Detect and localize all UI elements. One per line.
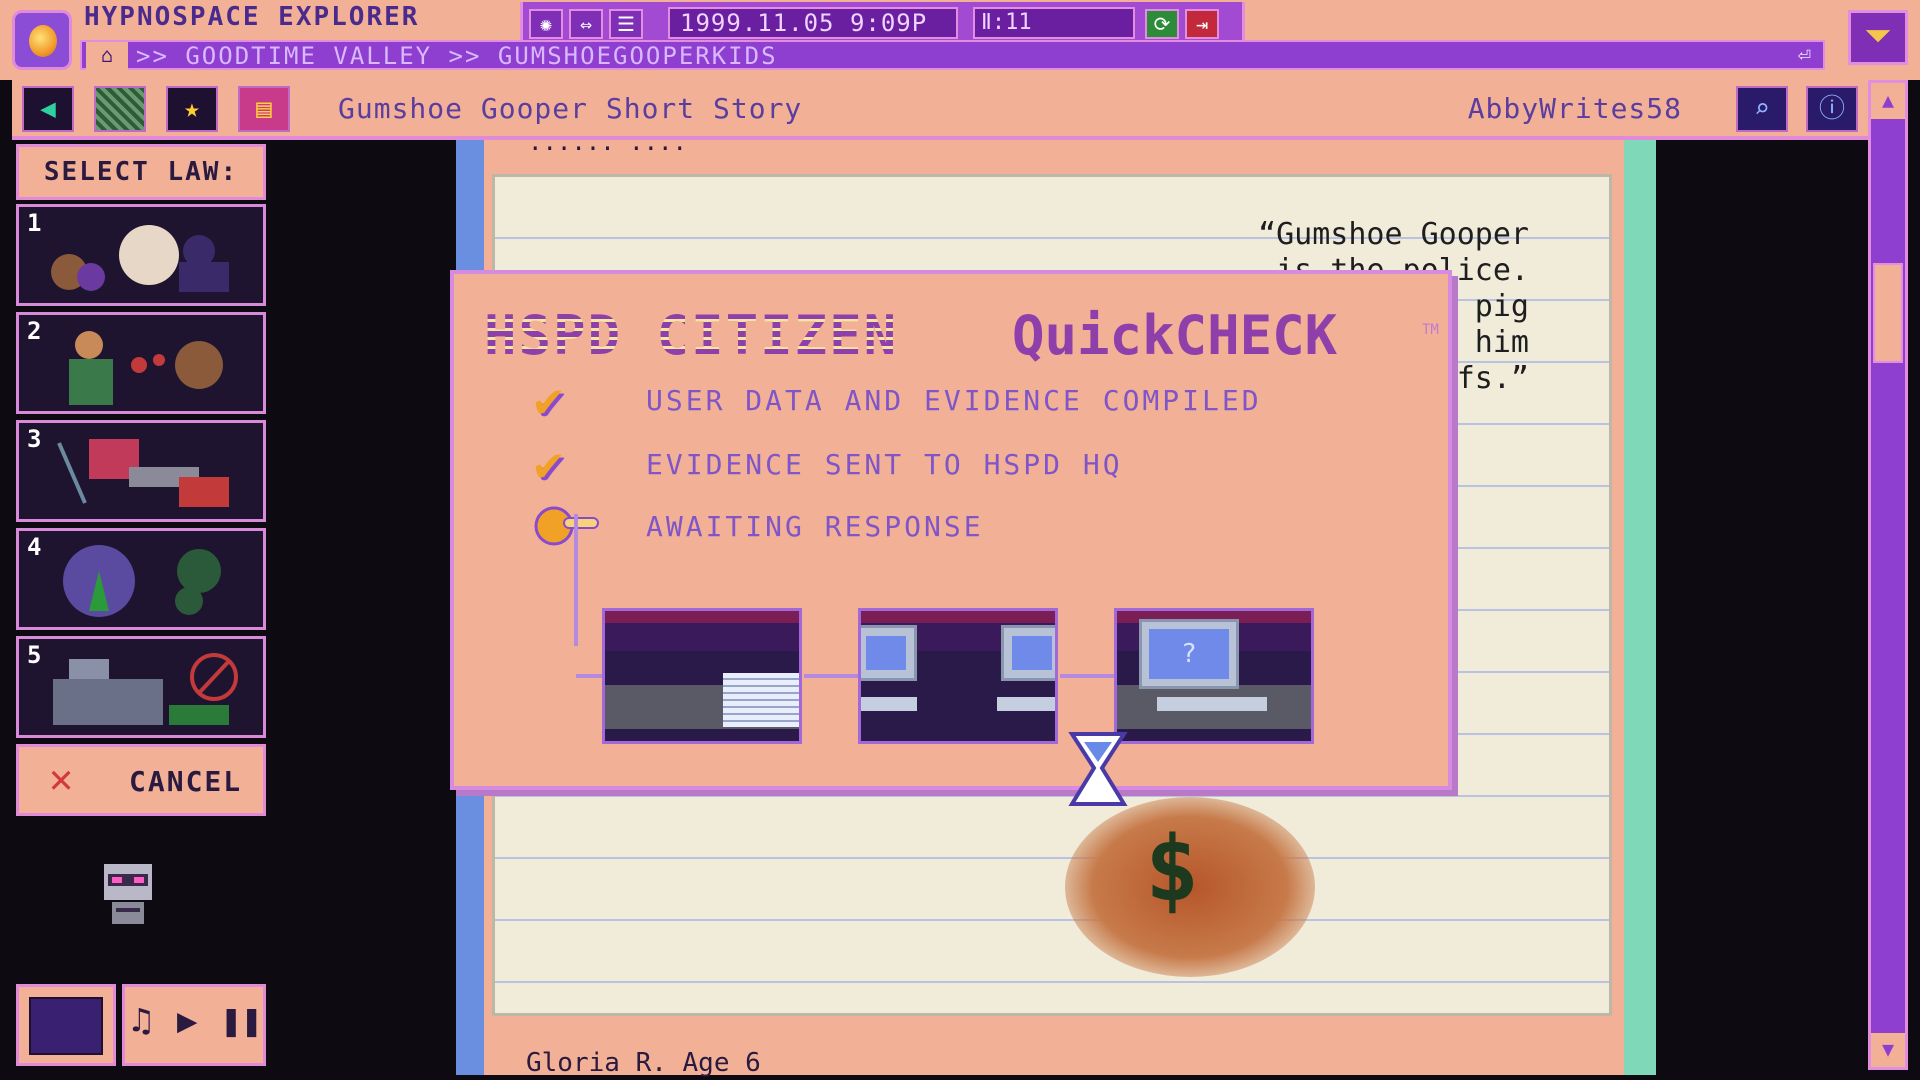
cancel-button[interactable]: ✕ CANCEL [16, 744, 266, 816]
counter-display: Ⅱ:11 [973, 7, 1135, 39]
page-author[interactable]: AbbyWrites58 [1468, 92, 1682, 125]
scrollbar[interactable]: ▲ ▼ [1868, 80, 1908, 1070]
page-border-right [1624, 140, 1656, 1075]
connector-line [1060, 674, 1118, 678]
page-title: Gumshoe Gooper Short Story [338, 92, 803, 125]
computer-icon [1001, 625, 1055, 681]
paper-stack-icon [723, 673, 799, 727]
law-4-art-icon [63, 545, 221, 617]
clock-display: 1999.11.05 9:09P [668, 7, 958, 39]
refresh-icon[interactable]: ⟳ [1145, 9, 1179, 39]
dialog-title-hspd: HSPD CITIZEN [484, 304, 899, 367]
pause-icon[interactable]: ❚❚ [221, 1001, 262, 1041]
play-icon[interactable]: ▶ [177, 1001, 197, 1041]
law-5-art-icon [53, 653, 238, 725]
title-bar: HYPNOSPACE EXPLORER ✺ ⇔ ☰ 1999.11.05 9:0… [0, 0, 1920, 80]
page-tool-icon[interactable]: ▤ [238, 86, 290, 132]
computer-icon [861, 625, 917, 681]
author-caption: Gloria R. Age 6 [526, 1048, 761, 1078]
quote-line: “Gumshoe Gooper [1258, 217, 1529, 252]
address-text: >> GOODTIME VALLEY >> GUMSHOEGOOPERKIDS [136, 42, 778, 70]
quickcheck-dialog: HSPD CITIZEN QuickCHECK TM ✔ USER DATA A… [450, 270, 1452, 790]
awaiting-frame: ? [1114, 608, 1314, 744]
search-icon[interactable]: ⌕ [1736, 86, 1788, 132]
evidence-stack-frame [602, 608, 802, 744]
law-option-5[interactable]: 5 [16, 636, 266, 738]
step-label: EVIDENCE SENT TO HSPD HQ [646, 448, 1123, 481]
scroll-down-icon[interactable]: ▼ [1871, 1033, 1905, 1067]
star-icon[interactable]: ★ [166, 86, 218, 132]
law-option-4[interactable]: 4 [16, 528, 266, 630]
law-2-art-icon [69, 331, 223, 405]
media-controls: ♫ ▶ ❚❚ [122, 984, 266, 1066]
law-number: 3 [27, 425, 42, 453]
step-label: USER DATA AND EVIDENCE COMPILED [646, 384, 1262, 417]
select-law-heading: SELECT LAW: [16, 144, 266, 200]
app-logo-icon [12, 10, 72, 70]
media-stop-button[interactable] [16, 984, 116, 1066]
law-panel: SELECT LAW: 1 2 3 4 5 ✕ CANCEL ♫ ▶ ❚❚ [12, 140, 270, 1070]
scroll-thumb[interactable] [1873, 263, 1903, 363]
law-option-1[interactable]: 1 [16, 204, 266, 306]
top-snippet-text: ...... .... [528, 128, 687, 156]
law-number: 5 [27, 641, 42, 669]
step-awaiting: AWAITING RESPONSE [534, 500, 1414, 552]
close-icon: ✕ [49, 756, 74, 802]
hourglass-cursor-icon [1068, 732, 1128, 806]
back-arrow-icon[interactable]: ◀ [22, 86, 74, 132]
trademark-mark: TM [1422, 322, 1439, 338]
pointing-hand-icon [534, 506, 599, 546]
dollar-sign-drawing: $ [1145, 817, 1200, 922]
return-icon[interactable]: ⏎ [1798, 42, 1811, 70]
connector-line [804, 674, 862, 678]
robot-helper-icon[interactable] [98, 858, 158, 928]
toolbar: ◀ ★ ▤ Gumshoe Gooper Short Story AbbyWri… [12, 80, 1868, 140]
law-number: 1 [27, 209, 42, 237]
menu-icon[interactable]: ☰ [609, 9, 643, 39]
keyboard [861, 697, 917, 711]
checkmark-icon: ✔ [534, 372, 563, 428]
law-3-art-icon [57, 439, 229, 507]
minimize-icon[interactable]: ⏷ [1848, 10, 1908, 65]
dialog-title-quickcheck: QuickCHECK [1012, 304, 1338, 367]
pattern-icon[interactable] [94, 86, 146, 132]
dialog-title: HSPD CITIZEN QuickCHECK TM [476, 302, 1439, 367]
cancel-label: CANCEL [129, 765, 243, 798]
law-number: 2 [27, 317, 42, 345]
keyboard [1157, 697, 1267, 711]
computer-icon: ? [1139, 619, 1239, 689]
transfer-frame [858, 608, 1058, 744]
step-evidence-sent: ✔ EVIDENCE SENT TO HSPD HQ [534, 438, 1414, 490]
law-option-2[interactable]: 2 [16, 312, 266, 414]
law-1-art-icon [51, 225, 229, 292]
law-option-3[interactable]: 3 [16, 420, 266, 522]
address-bar[interactable]: ⌂ >> GOODTIME VALLEY >> GUMSHOEGOOPERKID… [80, 40, 1825, 70]
checkmark-icon: ✔ [534, 436, 563, 492]
exit-icon[interactable]: ⇥ [1185, 9, 1219, 39]
settings-icon[interactable]: ✺ [529, 9, 563, 39]
status-strip: ✺ ⇔ ☰ 1999.11.05 9:09P Ⅱ:11 ⟳ ⇥ [520, 2, 1245, 44]
home-icon[interactable]: ⌂ [86, 42, 128, 70]
keyboard [997, 697, 1055, 711]
info-icon[interactable]: ⓘ [1806, 86, 1858, 132]
law-number: 4 [27, 533, 42, 561]
app-title: HYPNOSPACE EXPLORER [84, 2, 420, 32]
step-user-data: ✔ USER DATA AND EVIDENCE COMPILED [534, 374, 1414, 426]
resize-icon[interactable]: ⇔ [569, 9, 603, 39]
question-mark: ? [1149, 629, 1229, 679]
scroll-up-icon[interactable]: ▲ [1871, 83, 1905, 119]
headphones-icon[interactable]: ♫ [131, 1001, 151, 1041]
progress-connector [574, 514, 578, 646]
step-label: AWAITING RESPONSE [646, 510, 984, 543]
